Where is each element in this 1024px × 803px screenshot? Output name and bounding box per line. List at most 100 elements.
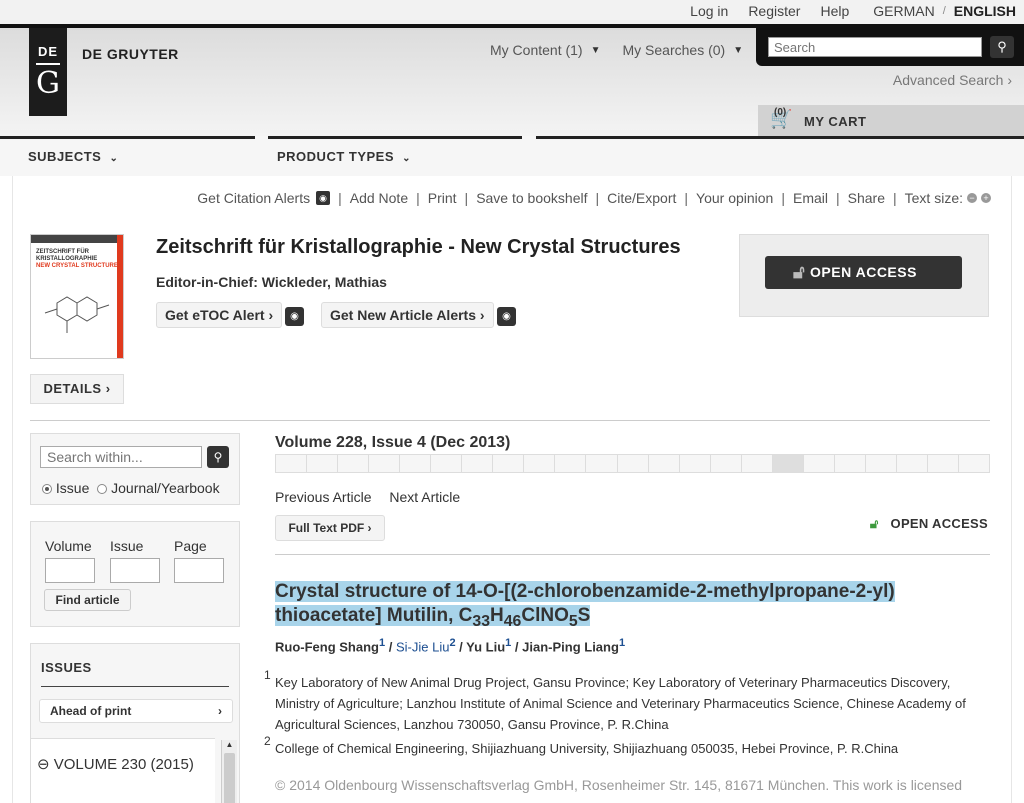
advanced-search-link[interactable]: Advanced Search › — [893, 72, 1012, 88]
add-note-link[interactable]: Add Note — [350, 190, 408, 206]
lang-german-link[interactable]: GERMAN — [873, 3, 934, 19]
my-cart[interactable]: 🛒 (0) MY CART — [758, 105, 1024, 136]
open-access-label: OPEN ACCESS — [810, 264, 917, 280]
cover-strip — [31, 235, 123, 243]
volume-list: ⊖ VOLUME 230 (2015) — [31, 738, 215, 803]
page-cell[interactable] — [400, 455, 432, 472]
my-content-label: My Content (1) — [490, 42, 583, 58]
citation-alerts-link[interactable]: Get Citation Alerts — [197, 190, 310, 206]
your-opinion-link[interactable]: Your opinion — [696, 190, 773, 206]
search-icon[interactable]: ⚲ — [207, 446, 229, 468]
page-cell[interactable] — [896, 455, 928, 472]
page-cell[interactable] — [741, 455, 773, 472]
open-access-button[interactable]: 🔓︎ OPEN ACCESS — [765, 256, 962, 289]
page-cell[interactable] — [369, 455, 401, 472]
page-cell[interactable] — [555, 455, 587, 472]
issue-page-navigator — [275, 454, 990, 473]
previous-article-link[interactable]: Previous Article — [275, 489, 371, 505]
search-within-panel: ⚲ Issue Journal/Yearbook — [30, 433, 240, 505]
new-article-alerts-button[interactable]: Get New Article Alerts › — [321, 302, 494, 328]
cart-count: (0) — [774, 107, 787, 118]
page-cell[interactable] — [431, 455, 463, 472]
page-cell[interactable] — [617, 455, 649, 472]
search-icon[interactable]: ⚲ — [990, 36, 1014, 58]
scroll-up-icon[interactable]: ▲ — [222, 740, 237, 749]
toolbar-divider: | — [416, 190, 420, 206]
author-affiliation-ref: 1 — [505, 637, 512, 649]
cite-export-link[interactable]: Cite/Export — [607, 190, 676, 206]
etoc-alert-button[interactable]: Get eTOC Alert › — [156, 302, 283, 328]
nav-subjects-label: SUBJECTS — [28, 149, 102, 164]
text-smaller-icon[interactable]: − — [967, 193, 977, 203]
radio-journal[interactable] — [97, 484, 108, 495]
scrollbar[interactable]: ▲ — [221, 740, 237, 803]
rss-icon[interactable]: ◉ — [285, 307, 304, 326]
page-cell[interactable] — [834, 455, 866, 472]
volume-2015-item[interactable]: ⊖ VOLUME 230 (2015) — [37, 755, 194, 773]
site-search-input[interactable] — [768, 37, 982, 57]
page-cell[interactable] — [586, 455, 618, 472]
page-cell[interactable] — [679, 455, 711, 472]
nav-product-types[interactable]: PRODUCT TYPES ⌄ — [277, 149, 411, 164]
affiliation-1: Key Laboratory of New Animal Drug Projec… — [275, 675, 966, 732]
next-article-link[interactable]: Next Article — [389, 489, 460, 505]
volume-field[interactable] — [45, 558, 95, 583]
page-cell[interactable] — [710, 455, 742, 472]
page-cell[interactable] — [307, 455, 339, 472]
page-cell[interactable] — [276, 455, 308, 472]
page-cell[interactable] — [865, 455, 897, 472]
register-link[interactable]: Register — [748, 3, 800, 19]
chevron-down-icon: ▼ — [590, 44, 601, 56]
molecule-illustration — [44, 296, 110, 333]
author-list: Ruo-Feng Shang1 / Si-Jie Liu2 / Yu Liu1 … — [275, 637, 626, 655]
unlock-icon: 🔓︎ — [869, 516, 879, 531]
details-button[interactable]: DETAILS › — [30, 374, 124, 404]
divider — [41, 686, 229, 687]
article-title-text: thioacetate] Mutilin, C — [275, 605, 473, 626]
issues-heading: ISSUES — [41, 660, 92, 675]
journal-cover-image[interactable]: ZEITSCHRIFT FÜR KRISTALLOGRAPHIE NEW CRY… — [30, 234, 124, 359]
page-cell-current[interactable] — [772, 455, 804, 472]
author-affiliation-ref: 1 — [379, 637, 386, 649]
page-cell[interactable] — [959, 455, 990, 472]
author-name[interactable]: Yu Liu — [466, 639, 505, 654]
rss-icon[interactable]: ◉ — [497, 307, 516, 326]
email-link[interactable]: Email — [793, 190, 828, 206]
ahead-of-print-button[interactable]: Ahead of print › — [39, 699, 233, 723]
brand-name[interactable]: DE GRUYTER — [82, 46, 179, 62]
author-name[interactable]: Ruo-Feng Shang — [275, 639, 379, 654]
print-link[interactable]: Print — [428, 190, 457, 206]
full-text-pdf-button[interactable]: Full Text PDF › — [275, 515, 385, 541]
nav-subjects[interactable]: SUBJECTS ⌄ — [28, 149, 118, 164]
page-cell[interactable] — [493, 455, 525, 472]
text-larger-icon[interactable]: + — [981, 193, 991, 203]
author-affiliation-ref: 1 — [618, 637, 626, 649]
page-cell[interactable] — [524, 455, 556, 472]
de-gruyter-logo[interactable]: DE G — [29, 28, 67, 116]
nav-rule — [268, 136, 522, 139]
share-link[interactable]: Share — [848, 190, 885, 206]
issue-field[interactable] — [110, 558, 160, 583]
rss-icon[interactable]: ◉ — [316, 191, 331, 205]
search-within-input[interactable] — [40, 446, 202, 468]
page-cell[interactable] — [462, 455, 494, 472]
my-searches-menu[interactable]: My Searches (0) ▼ — [623, 42, 744, 58]
help-link[interactable]: Help — [820, 3, 849, 19]
scrollbar-thumb[interactable] — [224, 753, 235, 803]
login-link[interactable]: Log in — [690, 3, 728, 19]
find-article-button[interactable]: Find article — [44, 589, 131, 611]
page-cell[interactable] — [648, 455, 680, 472]
save-bookshelf-link[interactable]: Save to bookshelf — [476, 190, 587, 206]
lang-english-link[interactable]: ENGLISH — [954, 3, 1016, 19]
my-content-menu[interactable]: My Content (1) ▼ — [490, 42, 601, 58]
formula-s: S — [577, 605, 591, 626]
author-name[interactable]: Jian-Ping Liang — [522, 639, 619, 654]
author-name-link[interactable]: Si-Jie Liu — [396, 639, 449, 654]
radio-issue[interactable] — [42, 484, 52, 495]
site-header: DE G DE GRUYTER My Content (1) ▼ My Sear… — [0, 24, 1024, 136]
page-field[interactable] — [174, 558, 224, 583]
page-cell[interactable] — [803, 455, 835, 472]
page-cell[interactable] — [338, 455, 370, 472]
page-cell[interactable] — [927, 455, 960, 472]
issues-panel: ISSUES Ahead of print › ⊖ VOLUME 230 (20… — [30, 643, 240, 803]
